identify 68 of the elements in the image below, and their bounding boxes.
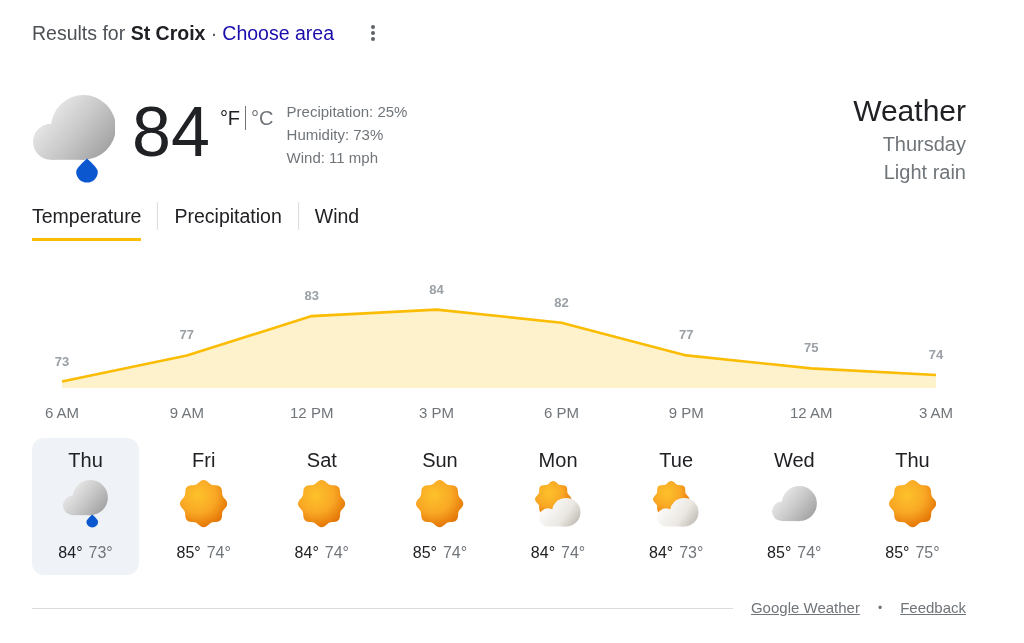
value-label: 77 [679, 327, 694, 343]
day-name: Thu [68, 448, 103, 472]
high-temperature: 85° [767, 543, 792, 563]
sun-behind-cloud-icon [535, 480, 581, 528]
low-temperature: 74° [561, 543, 586, 563]
sun-icon [180, 480, 228, 528]
weather-detail: Precipitation: 25% [286, 102, 408, 122]
rain-cloud-icon [63, 480, 108, 528]
time-label: 9 AM [169, 404, 204, 421]
more-options-icon[interactable] [371, 25, 375, 41]
current-temperature: 84 [132, 97, 210, 167]
value-label: 84 [429, 281, 444, 297]
time-label: 6 AM [44, 404, 80, 421]
day-name: Thu [895, 448, 930, 472]
low-temperature: 74° [797, 543, 822, 563]
unit-toggle[interactable]: °C [250, 106, 275, 130]
day-name: Tue [659, 448, 694, 472]
low-temperature: 73° [88, 543, 113, 563]
day-name: Wed [773, 448, 815, 472]
time-label: 6 PM [543, 404, 579, 421]
widget-title: Weather [853, 94, 966, 128]
value-label: 75 [803, 340, 819, 356]
sun-behind-cloud-icon [653, 480, 699, 528]
time-label: 9 PM [668, 404, 704, 421]
sun-icon [888, 480, 937, 528]
low-temperature: 75° [915, 543, 940, 563]
choose-area-link[interactable]: Choose area [222, 21, 334, 45]
low-temperature: 74° [324, 543, 349, 563]
value-label: 82 [554, 294, 569, 310]
high-temperature: 85° [412, 543, 437, 563]
day-name: Sun [422, 448, 458, 472]
high-temperature: 84° [58, 543, 83, 563]
low-temperature: 73° [679, 543, 704, 563]
footer-link[interactable]: Google Weather [750, 598, 860, 618]
unit-toggle[interactable]: °F [218, 106, 242, 130]
results-text: Results for St Croix · [32, 21, 218, 45]
value-label: 73 [54, 353, 70, 369]
high-temperature: 85° [176, 543, 201, 563]
sun-icon [416, 480, 464, 528]
high-temperature: 85° [885, 543, 910, 563]
day-label: Thursday [882, 132, 966, 157]
day-name: Mon [538, 448, 578, 472]
footer-link[interactable]: Feedback [900, 598, 966, 618]
separator-dot: • [877, 600, 883, 617]
tab[interactable]: Wind [314, 204, 360, 241]
condition-label: Light rain [883, 160, 966, 185]
sun-icon [298, 480, 346, 528]
weather-detail: Wind: 11 mph [286, 148, 379, 168]
day-name: Sat [306, 448, 337, 472]
cloud-icon [771, 486, 817, 522]
value-label: 77 [179, 327, 195, 343]
time-label: 3 PM [419, 404, 455, 421]
time-label: 12 AM [789, 404, 833, 421]
high-temperature: 84° [530, 543, 556, 563]
value-label: 83 [304, 288, 319, 304]
low-temperature: 74° [206, 543, 231, 563]
time-label: 3 AM [918, 404, 954, 421]
weather-detail: Humidity: 73% [286, 125, 385, 145]
time-label: 12 PM [290, 404, 334, 421]
day-name: Fri [192, 448, 216, 472]
forecast-day[interactable]: Thu 84° 73° [32, 438, 140, 575]
rain-cloud-icon [32, 95, 116, 183]
high-temperature: 84° [649, 543, 674, 563]
value-label: 74 [928, 347, 944, 362]
low-temperature: 74° [442, 543, 468, 563]
tab[interactable]: Temperature [32, 204, 142, 241]
high-temperature: 84° [294, 543, 319, 563]
tab[interactable]: Precipitation [174, 204, 282, 241]
